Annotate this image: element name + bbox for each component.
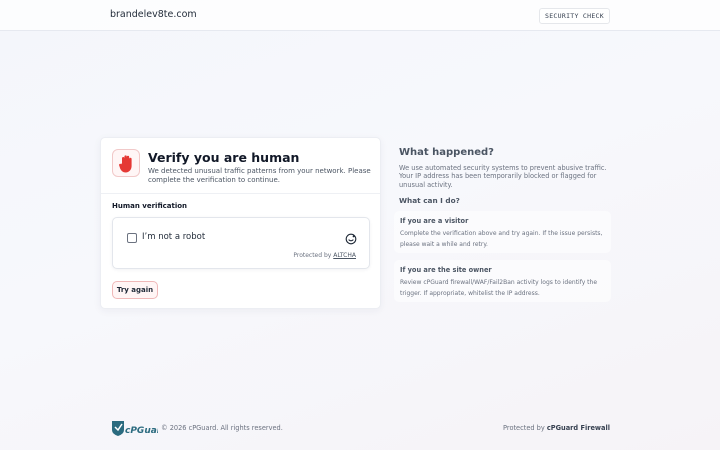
altcha-link[interactable]: ALTCHA bbox=[333, 252, 356, 259]
not-robot-label[interactable]: I’m not a robot bbox=[142, 232, 205, 242]
not-robot-checkbox[interactable] bbox=[127, 233, 137, 243]
stop-hand-icon bbox=[112, 149, 140, 177]
what-happened-text: We use automated security systems to pre… bbox=[399, 164, 607, 189]
visitor-info-box: If you are a visitor Complete the verifi… bbox=[394, 211, 611, 253]
page-subtitle: We detected unusual traffic patterns fro… bbox=[148, 167, 371, 184]
visitor-title: If you are a visitor bbox=[400, 217, 469, 225]
site-domain: brandelev8te.com bbox=[110, 9, 197, 20]
security-check-badge: SECURITY CHECK bbox=[539, 8, 610, 24]
human-verification-label: Human verification bbox=[112, 202, 188, 210]
captcha-widget: I’m not a robot Protected by ALTCHA bbox=[112, 217, 370, 269]
visitor-text: Complete the verification above and try … bbox=[400, 230, 603, 248]
copyright-text: © 2026 cPGuard. All rights reserved. bbox=[161, 424, 283, 432]
try-again-button[interactable]: Try again bbox=[112, 281, 158, 299]
altcha-icon bbox=[345, 230, 357, 249]
owner-info-box: If you are the site owner Review cPGuard… bbox=[394, 260, 611, 302]
owner-text: Review cPGuard firewall/WAF/Fail2Ban act… bbox=[400, 279, 598, 297]
protected-by-prefix: Protected by bbox=[293, 252, 332, 259]
svg-text:cPGuard: cPGuard bbox=[125, 426, 158, 436]
page-title: Verify you are human bbox=[148, 150, 300, 165]
powered-brand: cPGuard Firewall bbox=[546, 424, 610, 432]
verification-card: Verify you are human We detected unusual… bbox=[100, 137, 381, 309]
powered-prefix: Protected by bbox=[503, 424, 545, 432]
owner-title: If you are the site owner bbox=[400, 266, 492, 274]
what-happened-heading: What happened? bbox=[399, 147, 494, 158]
top-bar: brandelev8te.com SECURITY CHECK bbox=[0, 0, 720, 31]
card-header: Verify you are human We detected unusual… bbox=[101, 138, 380, 194]
powered-by: Protected by cPGuard Firewall bbox=[503, 424, 610, 432]
protected-by: Protected by ALTCHA bbox=[293, 252, 356, 259]
what-can-i-do-heading: What can I do? bbox=[399, 196, 460, 205]
cpguard-logo: cPGuard bbox=[110, 419, 168, 441]
